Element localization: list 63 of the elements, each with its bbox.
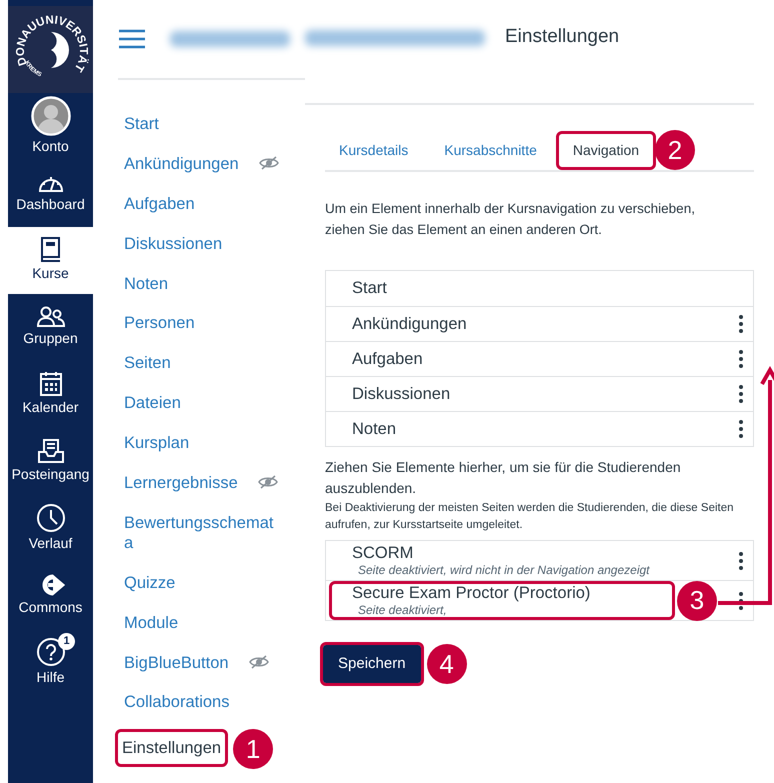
kebab-menu-icon[interactable] [739, 592, 743, 610]
global-nav-item[interactable]: Kalender [8, 361, 93, 428]
course-nav-link[interactable]: Kursplan [124, 433, 190, 454]
kebab-menu-icon[interactable] [739, 420, 743, 438]
people-icon [36, 306, 66, 328]
notification-badge: 1 [58, 633, 75, 650]
hidden-section-heading: Ziehen Sie Elemente hierher, um sie für die Studierenden auszublenden. [325, 458, 682, 498]
course-nav-link[interactable]: Seiten [124, 353, 171, 374]
item-title: Secure Exam Proctor (Proctorio) [352, 584, 592, 603]
course-nav-link[interactable]: Bewertungsschemata [124, 512, 282, 553]
step-number: 2 [655, 130, 696, 170]
book-icon [40, 237, 62, 263]
item-title: SCORM [352, 544, 414, 563]
settings-tab[interactable]: Navigation [558, 134, 654, 166]
global-nav-item[interactable]: Commons [8, 562, 93, 629]
course-nav-link[interactable]: Einstellungen [118, 732, 226, 764]
calendar-icon [38, 371, 62, 397]
step-number: 1 [233, 729, 274, 770]
clock-icon [36, 503, 66, 533]
page-title: Einstellungen [505, 25, 620, 50]
global-nav-item[interactable]: Verlauf [8, 495, 93, 562]
help-icon [36, 637, 66, 667]
settings-tab[interactable]: Kursabschnitte [430, 134, 551, 166]
course-nav-link[interactable]: Aufgaben [124, 194, 195, 214]
inbox-icon [36, 438, 64, 464]
course-nav-link[interactable]: Diskussionen [124, 234, 222, 254]
nav-list-item[interactable]: Diskussionen [326, 376, 753, 411]
course-nav-link[interactable]: Dateien [124, 393, 181, 414]
nav-list-item[interactable]: Ankündigungen [326, 306, 753, 341]
avatar-icon [30, 96, 70, 136]
global-nav-item[interactable]: Hilfe 1 [8, 629, 93, 696]
kebab-menu-icon[interactable] [739, 315, 743, 333]
settings-tab[interactable]: Kursdetails [325, 134, 422, 166]
course-nav-link[interactable]: Noten [124, 274, 168, 294]
nav-list-item[interactable]: Noten [326, 411, 753, 446]
course-nav-link[interactable]: Lernergebnisse [124, 473, 278, 494]
menu-icon[interactable] [118, 29, 146, 49]
step-number: 3 [677, 580, 717, 620]
item-status: Seite deaktiviert, [357, 603, 448, 617]
nav-list-item[interactable]: Start [326, 271, 753, 306]
instruction-text: Um ein Element innerhalb der Kursnavigation zu verschieben, ziehen Sie das Element an einen anderen Ort. [325, 200, 696, 239]
global-nav-item[interactable]: Konto [8, 93, 93, 160]
hidden-section-note: Bei Deaktivierung der meisten Seiten werden die Studierenden, die diese Seiten aufrufen, zur Kursstartseite umgeleitet. [325, 501, 735, 533]
course-nav-link[interactable]: BigBlueButton [124, 652, 269, 673]
nav-list-item[interactable]: Aufgaben [326, 341, 753, 376]
course-nav-link[interactable]: Quizze [124, 572, 176, 593]
global-nav-item[interactable]: Dashboard [8, 160, 93, 227]
global-nav-item[interactable]: Posteingang [8, 428, 93, 495]
item-status: Seite deaktiviert, wird nicht in der Navigation angezeigt [357, 563, 650, 577]
course-nav-link[interactable]: Start [124, 114, 159, 134]
step-number: 4 [426, 644, 467, 684]
course-nav-link[interactable]: Ankündigungen [124, 154, 279, 174]
course-nav-link[interactable]: Personen [124, 313, 195, 334]
course-nav-link[interactable]: Module [124, 612, 178, 633]
kebab-menu-icon[interactable] [739, 350, 743, 368]
kebab-menu-icon[interactable] [739, 385, 743, 403]
course-nav-link[interactable]: Collaborations [124, 692, 230, 712]
hidden-nav-item[interactable]: SCORM Seite deaktiviert, wird nicht in der Navigation angezeigt [332, 544, 654, 577]
hidden-nav-item[interactable]: Secure Exam Proctor (Proctorio) Seite deaktiviert, [332, 584, 672, 617]
global-nav-item[interactable]: Gruppen [8, 294, 93, 361]
kebab-menu-icon[interactable] [739, 552, 743, 570]
global-nav-item[interactable]: Kurse [8, 227, 93, 294]
save-button[interactable]: Speichern [323, 644, 421, 684]
